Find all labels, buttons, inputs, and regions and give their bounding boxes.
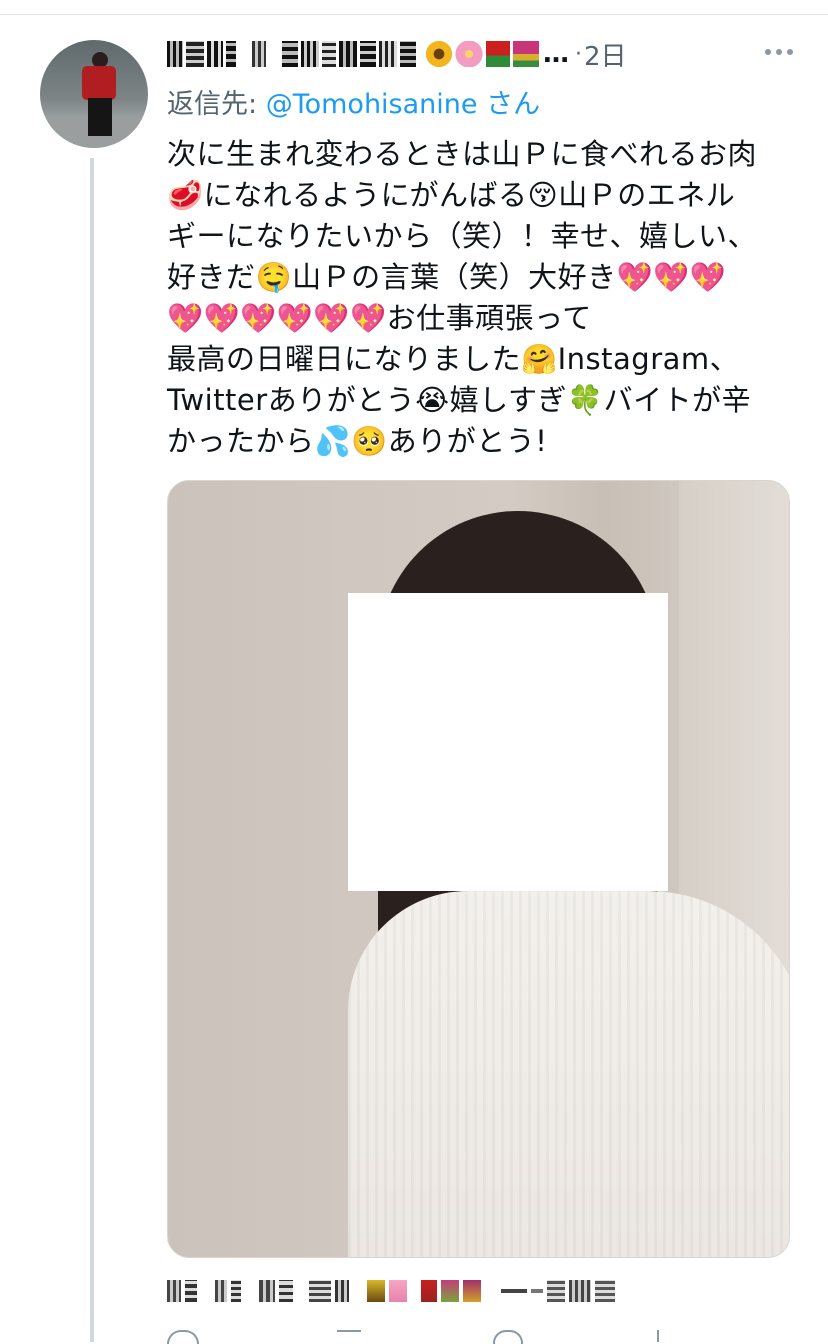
name-truncation-ellipsis: … (543, 39, 569, 69)
tweet-timestamp[interactable]: 2日 (584, 36, 627, 73)
more-horizontal-icon[interactable] (759, 40, 799, 64)
reply-prefix: 返信先: (167, 89, 258, 120)
user-avatar[interactable] (40, 40, 148, 148)
reply-suffix: さん (486, 89, 541, 120)
face-redaction-box (348, 593, 668, 891)
top-divider (0, 14, 828, 15)
display-name-pixelated[interactable] (167, 39, 539, 69)
tweet-action-bar (167, 1330, 787, 1344)
share-icon[interactable] (657, 1330, 659, 1342)
tweet-photo[interactable] (167, 480, 790, 1258)
header-separator-dot: · (575, 41, 582, 67)
tweet-header: … · 2日 (167, 32, 807, 76)
reply-context: 返信先: @Tomohisanine さん (167, 82, 540, 121)
tweet-body-text: 次に生まれ変わるときは山Ｐに食べれるお肉 🥩になれるようにがんばる😚山Ｐのエネル… (167, 137, 758, 458)
reply-handle-link[interactable]: @Tomohisanine (266, 89, 478, 120)
next-reply-pixelated-name (167, 1276, 615, 1306)
thread-connector-line (90, 158, 94, 1342)
